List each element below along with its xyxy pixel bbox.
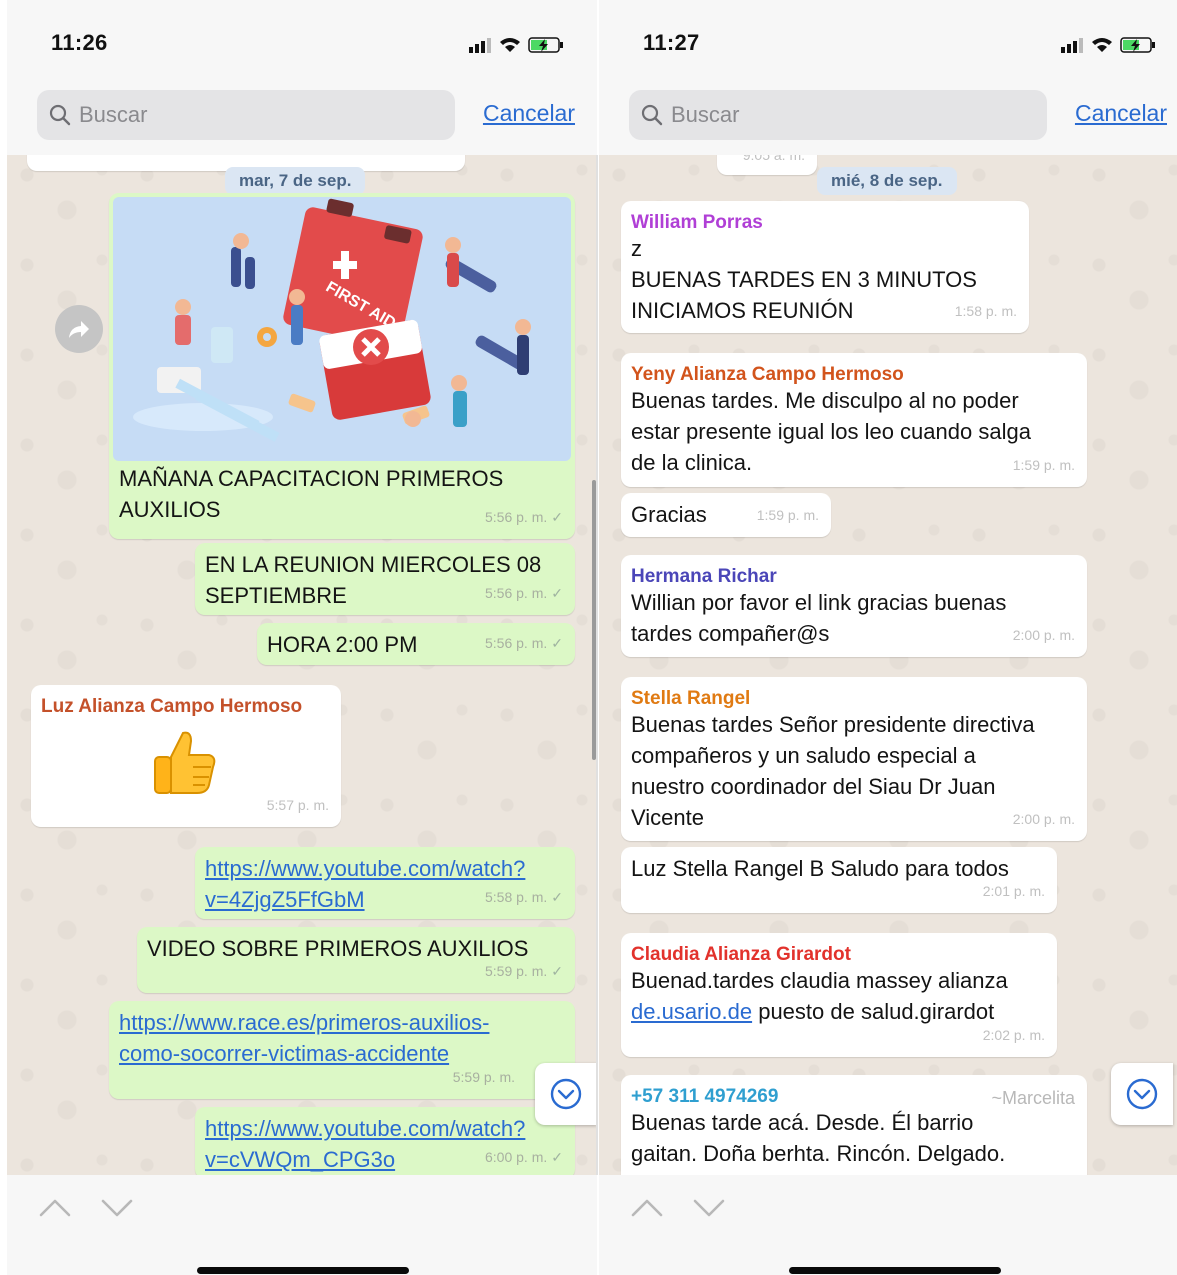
message-time: 9:05 a. m.: [742, 155, 805, 163]
message-text: Buenas tardes Señor presidente directiva…: [631, 712, 1035, 830]
first-aid-illustration: FIRST AID: [113, 197, 571, 461]
message-bubble[interactable]: https://www.youtube.com/watch? v=4ZjgZ5F…: [195, 847, 575, 919]
time-label: 5:56 p. m.: [485, 509, 548, 525]
message-bubble[interactable]: https://www.race.es/primeros-auxilios- c…: [109, 1001, 575, 1099]
status-bar: 11:27: [599, 0, 1177, 80]
message-time: 2:02 p. m.: [982, 1027, 1045, 1043]
message-time: 1:59 p. m.: [756, 507, 819, 523]
date-chip: mar, 7 de sep.: [225, 167, 366, 195]
message-bubble[interactable]: https://www.youtube.com/watch? v=cVWQm_C…: [195, 1107, 575, 1175]
message-time: 1:58 p. m.: [954, 303, 1017, 319]
result-navigation: [629, 1193, 739, 1223]
time-label: 5:56 p. m.: [485, 635, 548, 651]
scroll-down-button[interactable]: [1111, 1063, 1173, 1125]
chevron-up-icon[interactable]: [629, 1193, 665, 1223]
message-text: Willian por favor el link gracias buenas…: [631, 590, 1007, 646]
image-message[interactable]: FIRST AID MAÑANA CAPACITACION PRIMEROS A…: [109, 193, 575, 539]
left-screen: 11:26 Cancelar mar, 7 de sep.: [7, 0, 597, 1275]
message-bubble[interactable]: Hermana Richar Willian por favor el link…: [621, 555, 1087, 657]
message-text-part: puesto de salud.girardot: [752, 999, 995, 1024]
time-label: 5:56 p. m.: [485, 585, 548, 601]
message-time: 1:59 p. m.: [1012, 457, 1075, 473]
message-bubble[interactable]: HORA 2:00 PM 5:56 p. m. ✓: [257, 623, 575, 665]
result-navigation: [37, 1193, 147, 1223]
search-bar: Cancelar: [599, 90, 1177, 150]
message-bubble[interactable]: Gracias 1:59 p. m.: [621, 493, 831, 537]
message-text: Buenad.tardes claudia massey alianza de.u…: [631, 965, 1047, 1027]
chat-area[interactable]: mar, 7 de sep. FIRST AID MAÑANA CAPACITA…: [7, 155, 597, 1175]
message-time: 5:57 p. m.: [266, 797, 329, 813]
sender-name: Luz Alianza Campo Hermoso: [41, 696, 303, 717]
chevron-down-icon[interactable]: [99, 1193, 135, 1223]
search-input[interactable]: [671, 98, 1031, 132]
link-text[interactable]: de.usario.de: [631, 999, 752, 1024]
check-icon: ✓: [551, 1149, 563, 1165]
home-indicator: [789, 1267, 1001, 1274]
message-time: 5:59 p. m.: [452, 1069, 515, 1085]
check-icon: ✓: [551, 585, 563, 601]
signal-wifi-battery-icon: [1061, 37, 1155, 53]
message-text-part: Buenad.tardes claudia massey alianza: [631, 968, 1008, 993]
time-label: 6:00 p. m.: [485, 1149, 548, 1165]
message-time: 2:01 p. m.: [982, 883, 1045, 899]
search-icon: [49, 104, 71, 126]
status-time: 11:27: [643, 30, 700, 55]
message-text: Buenas tarde acá. Desde. Él barrio gaita…: [631, 1110, 1006, 1166]
chevron-down-icon[interactable]: [691, 1193, 727, 1223]
message-bubble[interactable]: VIDEO SOBRE PRIMEROS AUXILIOS 5:59 p. m.…: [137, 927, 575, 993]
cancel-button[interactable]: Cancelar: [483, 100, 575, 127]
search-icon: [641, 104, 663, 126]
cancel-button[interactable]: Cancelar: [1075, 100, 1167, 127]
message-time: 2:00 p. m.: [1012, 627, 1075, 643]
message-bubble[interactable]: Luz Alianza Campo Hermoso 5:57 p. m.: [31, 685, 341, 827]
chevron-up-icon[interactable]: [37, 1193, 73, 1223]
message-bubble[interactable]: EN LA REUNION MIERCOLES 08 SEPTIEMBRE 5:…: [195, 543, 575, 615]
search-box[interactable]: [37, 90, 455, 140]
bottom-bar: [7, 1175, 597, 1275]
bottom-bar: [599, 1175, 1177, 1275]
signal-wifi-battery-icon: [469, 37, 563, 53]
message-time: 5:56 p. m. ✓: [485, 502, 563, 533]
message-bubble[interactable]: William Porras z BUENAS TARDES EN 3 MINU…: [621, 201, 1029, 333]
message-bubble-partial: 9:05 a. m.: [717, 155, 817, 175]
check-icon: ✓: [551, 889, 563, 905]
message-bubble[interactable]: Yeny Alianza Campo Hermoso Buenas tardes…: [621, 353, 1087, 487]
scroll-down-icon: [550, 1078, 582, 1110]
message-bubble[interactable]: +57 311 4974269 ~Marcelita Buenas tarde …: [621, 1075, 1087, 1175]
link-text[interactable]: https://www.race.es/primeros-auxilios- c…: [119, 1007, 565, 1069]
message-time: 5:56 p. m. ✓: [485, 578, 563, 609]
check-icon: ✓: [551, 509, 563, 525]
forward-icon: [69, 321, 89, 338]
right-screen: 11:27 Cancelar 9:05 a. m. mié, 8 de sep.…: [599, 0, 1177, 1275]
time-label: 5:58 p. m.: [485, 889, 548, 905]
search-input[interactable]: [79, 98, 439, 132]
forward-button[interactable]: [55, 305, 103, 353]
date-chip: mié, 8 de sep.: [817, 167, 957, 195]
check-icon: ✓: [551, 635, 563, 651]
home-indicator: [197, 1267, 409, 1274]
divider: [596, 155, 598, 1175]
message-bubble[interactable]: Luz Stella Rangel B Saludo para todos 2:…: [621, 847, 1057, 913]
message-time: 2:00 p. m.: [1012, 811, 1075, 827]
message-time: 5:56 p. m. ✓: [485, 628, 563, 659]
thumbs-up-icon: [154, 731, 216, 794]
message-bubble[interactable]: Claudia Alianza Girardot Buenad.tardes c…: [621, 933, 1057, 1057]
message-time: 6:00 p. m. ✓: [485, 1142, 563, 1173]
status-time: 11:26: [51, 30, 108, 55]
message-time: 5:58 p. m. ✓: [485, 882, 563, 913]
check-icon: ✓: [551, 963, 563, 979]
status-bar: 11:26: [7, 0, 597, 80]
chat-area[interactable]: 9:05 a. m. mié, 8 de sep. William Porras…: [599, 155, 1177, 1175]
time-label: 5:59 p. m.: [485, 963, 548, 979]
message-time: 5:59 p. m. ✓: [485, 956, 563, 987]
message-bubble[interactable]: Stella Rangel Buenas tardes Señor presid…: [621, 677, 1087, 841]
message-text: Buenas tardes. Me disculpo al no poder e…: [631, 388, 1031, 475]
scroll-down-button[interactable]: [535, 1063, 597, 1125]
search-bar: Cancelar: [7, 90, 597, 150]
scroll-down-icon: [1126, 1078, 1158, 1110]
search-box[interactable]: [629, 90, 1047, 140]
